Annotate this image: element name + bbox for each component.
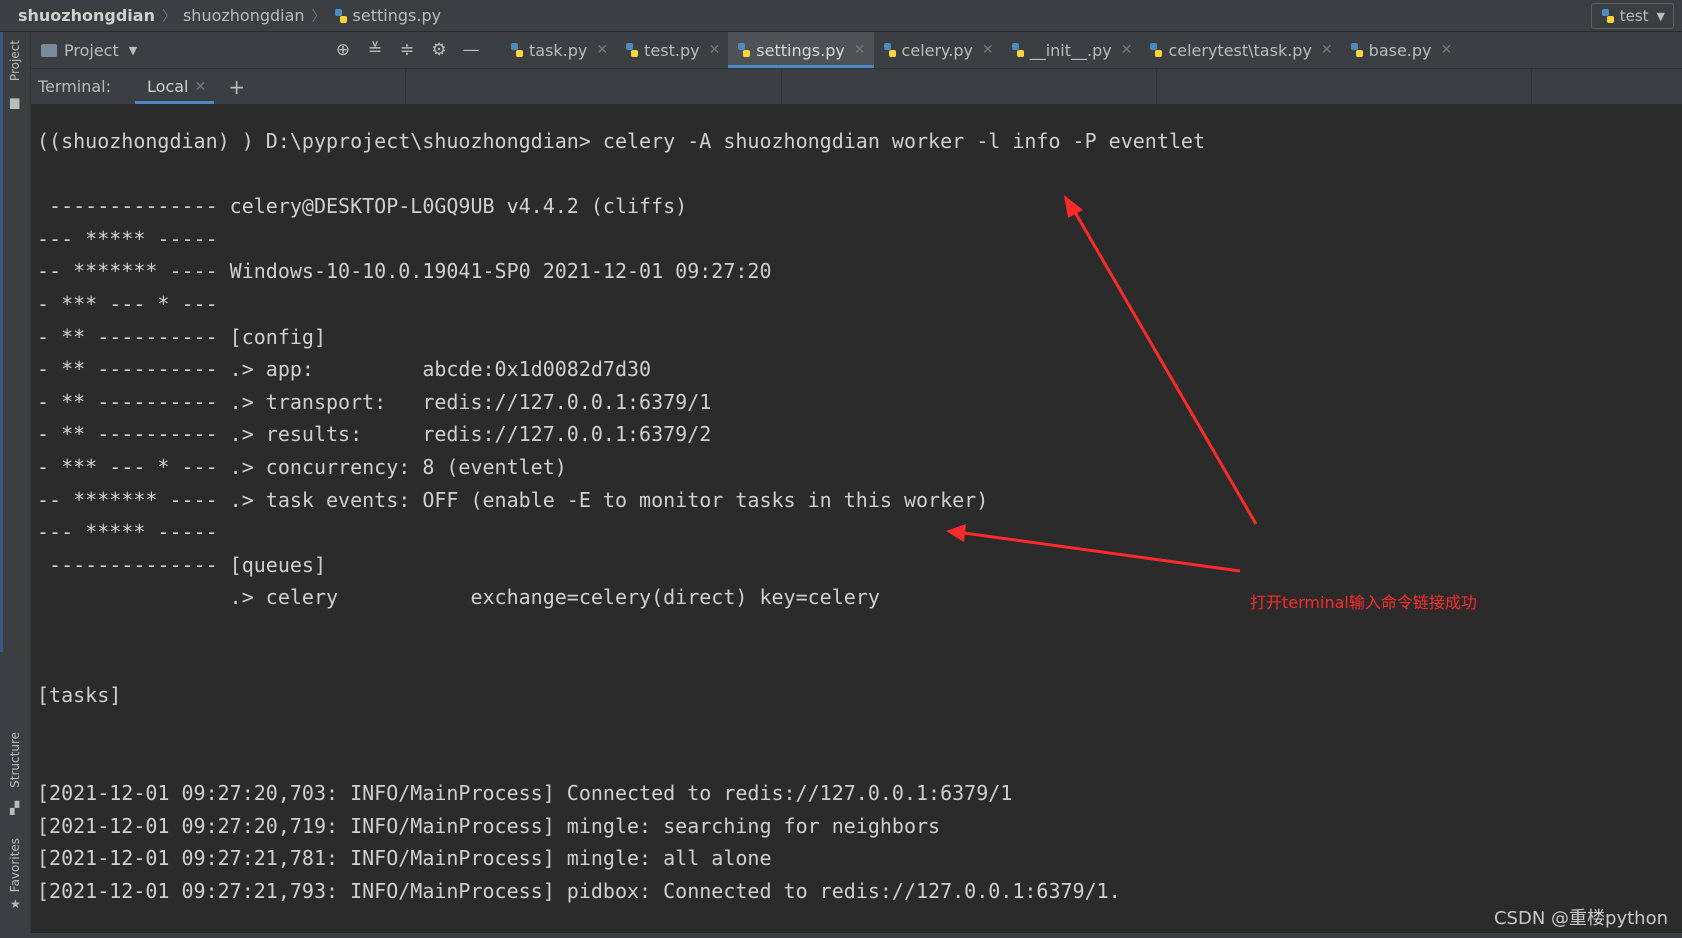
tab-celerytest-task-py[interactable]: celerytest\task.py ✕ <box>1140 32 1340 68</box>
terminal-line: [2021-12-01 09:27:20,719: INFO/MainProce… <box>37 813 941 838</box>
tab-label: base.py <box>1368 40 1432 60</box>
run-config-label: test <box>1619 7 1649 25</box>
terminal-line: - ** ---------- .> results: redis://127.… <box>37 422 712 447</box>
stripe-accent <box>0 32 3 652</box>
close-icon[interactable]: ✕ <box>1441 42 1453 58</box>
annotation-text: 打开terminal输入命令链接成功 <box>1250 593 1477 612</box>
tab-settings-py[interactable]: settings.py ✕ <box>728 32 874 68</box>
structure-icon: ▞ <box>10 801 20 815</box>
tab-label: __init__.py <box>1029 40 1112 60</box>
tab-init-py[interactable]: __init__.py ✕ <box>1002 32 1141 68</box>
breadcrumb-separator-icon: 〉 <box>161 8 176 25</box>
terminal-line: --- ***** ----- <box>37 226 218 251</box>
collapse-all-icon[interactable]: ≚ <box>363 38 387 62</box>
terminal-line: - ** ---------- [config] <box>37 324 326 349</box>
chevron-down-icon: ▼ <box>128 43 138 57</box>
python-icon <box>1601 9 1614 23</box>
watermark: CSDN @重楼python <box>1493 908 1668 929</box>
breadcrumb-file-label: settings.py <box>352 6 442 25</box>
tab-terminal-local[interactable]: Local ✕ <box>135 69 215 104</box>
tab-task-py[interactable]: task.py ✕ <box>501 32 616 68</box>
terminal-line: [tasks] <box>37 683 122 708</box>
terminal-line: - *** --- * --- <box>37 292 218 316</box>
python-file-icon <box>1350 43 1363 57</box>
close-icon[interactable]: ✕ <box>1321 42 1333 58</box>
terminal-line: - ** ---------- .> app: abcde:0x1d0082d7… <box>37 357 652 382</box>
run-config-selector[interactable]: test ▼ <box>1590 3 1674 29</box>
terminal-line: - ** ---------- .> transport: redis://12… <box>37 389 712 414</box>
close-icon[interactable]: ✕ <box>1121 42 1133 58</box>
terminal-output[interactable]: ((shuozhongdian) ) D:\pyproject\shuozhon… <box>31 105 1682 933</box>
terminal-line: --- ***** ----- <box>37 520 218 545</box>
breadcrumb-project-label: shuozhongdian <box>18 6 155 25</box>
gear-icon[interactable]: ⚙ <box>427 38 451 62</box>
breadcrumb-separator-icon: 〉 <box>311 8 326 25</box>
expand-all-icon[interactable]: ≑ <box>395 38 419 62</box>
project-view-label: Project <box>64 40 119 60</box>
python-file-icon <box>738 43 751 57</box>
editor-tab-row: Project ▼ ⊕ ≚ ≑ ⚙ — task.py ✕ test.py ✕ … <box>31 32 1682 69</box>
tab-test-py[interactable]: test.py ✕ <box>616 32 728 68</box>
python-file-icon <box>883 43 896 57</box>
terminal-line: -------------- [queues] <box>37 552 326 577</box>
tab-label: celerytest\task.py <box>1168 40 1312 60</box>
terminal-line: -------------- celery@DESKTOP-L0GQ9UB v4… <box>37 194 688 219</box>
favorites-tool-button[interactable]: Favorites <box>8 838 22 892</box>
ide-window: shuozhongdian 〉 shuozhongdian 〉 settings… <box>0 0 1682 938</box>
terminal-line: - *** --- * --- .> concurrency: 8 (event… <box>37 455 567 479</box>
breadcrumb-file[interactable]: settings.py <box>333 6 442 25</box>
editor-tabs: task.py ✕ test.py ✕ settings.py ✕ celery… <box>501 32 1460 68</box>
close-icon[interactable]: ✕ <box>709 42 721 58</box>
python-file-icon <box>1150 43 1163 57</box>
tab-label: test.py <box>644 40 700 60</box>
tab-base-py[interactable]: base.py ✕ <box>1341 32 1461 68</box>
navigation-bar: shuozhongdian 〉 shuozhongdian 〉 settings… <box>0 0 1682 32</box>
divider <box>405 69 406 104</box>
close-icon[interactable]: ✕ <box>194 79 206 95</box>
divider <box>1156 69 1157 104</box>
terminal-line: -- ******* ---- .> task events: OFF (ena… <box>37 487 989 512</box>
add-terminal-icon[interactable]: + <box>228 75 245 99</box>
breadcrumb-folder-label: shuozhongdian <box>182 6 305 25</box>
terminal-header: Terminal: Local ✕ + <box>31 69 1682 105</box>
python-file-icon <box>626 43 639 57</box>
python-file-icon <box>1011 43 1024 57</box>
left-tool-stripe: Project ▆ Structure ▞ Favorites ★ <box>0 32 31 938</box>
close-icon[interactable]: ✕ <box>982 42 994 58</box>
divider <box>781 69 782 104</box>
divider <box>1531 69 1532 104</box>
chevron-down-icon: ▼ <box>1656 9 1665 23</box>
breadcrumb-folder[interactable]: shuozhongdian <box>183 6 305 25</box>
project-tool-button[interactable]: Project <box>8 40 22 81</box>
close-icon[interactable]: ✕ <box>854 42 866 58</box>
breadcrumb-project[interactable]: shuozhongdian <box>18 6 155 25</box>
project-view-selector[interactable]: Project ▼ <box>41 41 331 60</box>
crosshair-icon[interactable]: ⊕ <box>331 38 355 62</box>
terminal-line: [2021-12-01 09:27:20,703: INFO/MainProce… <box>37 781 1013 805</box>
close-icon[interactable]: ✕ <box>596 42 608 58</box>
folder-icon: ▆ <box>10 95 20 109</box>
structure-tool-button[interactable]: Structure <box>8 732 22 788</box>
star-icon: ★ <box>10 897 21 911</box>
project-folder-icon <box>41 43 57 57</box>
terminal-title: Terminal: <box>38 77 112 96</box>
terminal-line: .> celery exchange=celery(direct) key=ce… <box>37 585 880 610</box>
terminal-line: -- ******* ---- Windows-10-10.0.19041-SP… <box>37 259 772 284</box>
tab-label: settings.py <box>756 40 845 60</box>
terminal-tab-label: Local <box>147 77 189 96</box>
minimize-icon[interactable]: — <box>459 38 483 62</box>
tab-label: celery.py <box>901 40 973 60</box>
tab-label: task.py <box>529 40 588 60</box>
tab-celery-py[interactable]: celery.py ✕ <box>874 32 1002 68</box>
terminal-line: [2021-12-01 09:27:21,793: INFO/MainProce… <box>37 878 1121 903</box>
terminal-line: ((shuozhongdian) ) D:\pyproject\shuozhon… <box>37 129 1205 153</box>
python-file-icon <box>334 8 347 23</box>
python-file-icon <box>511 43 523 57</box>
status-bar <box>0 933 1682 938</box>
terminal-line: [2021-12-01 09:27:21,781: INFO/MainProce… <box>37 846 772 871</box>
